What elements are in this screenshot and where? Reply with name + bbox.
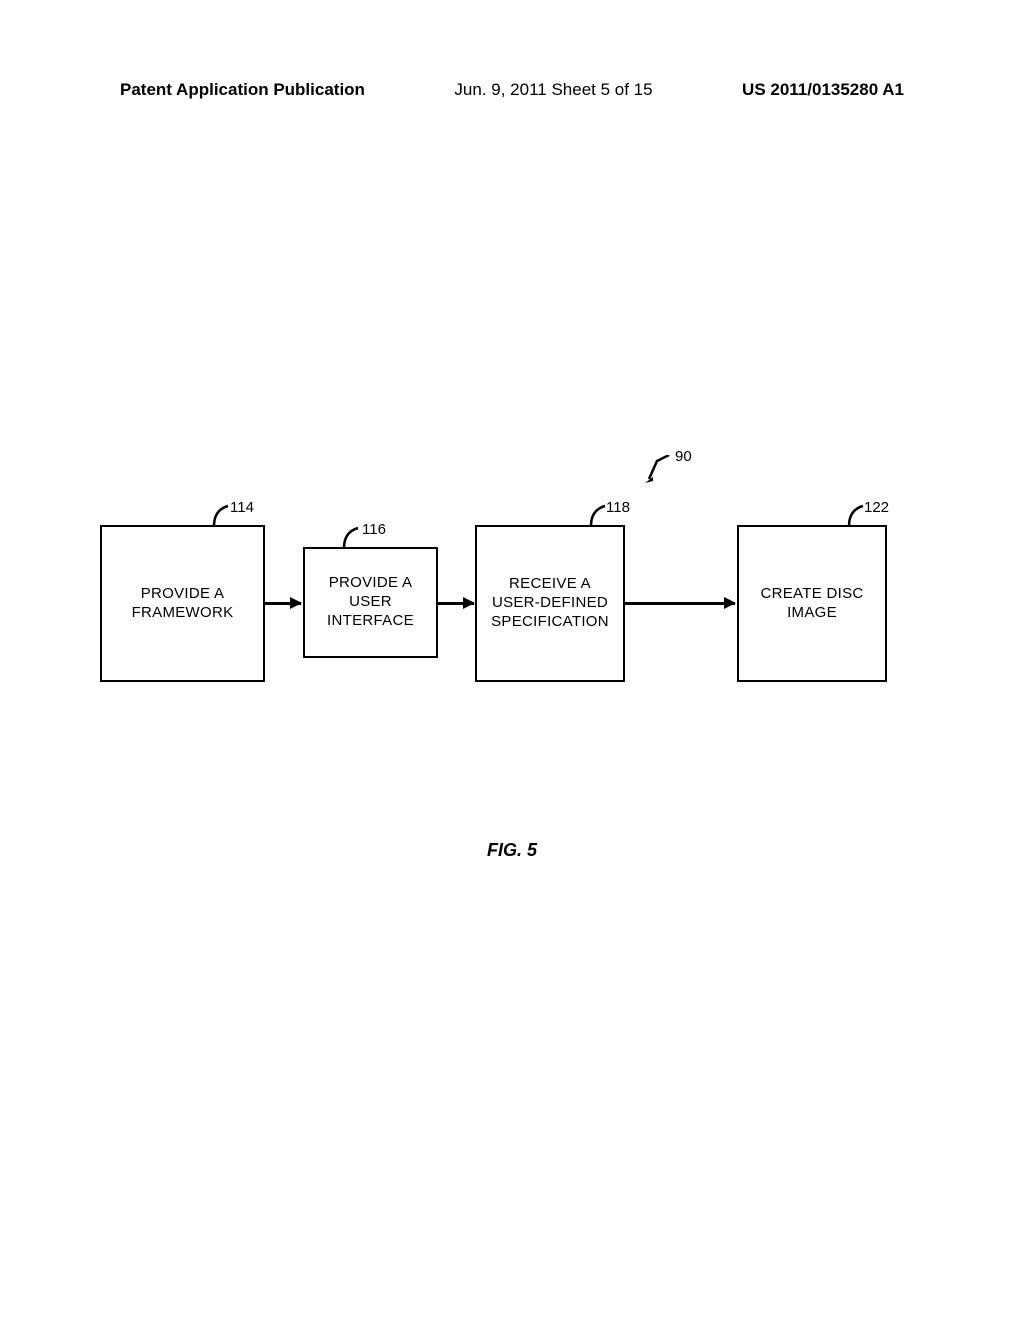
box-ref-label: 114 bbox=[230, 499, 254, 516]
box-text-line: RECEIVE A bbox=[509, 575, 591, 594]
diagram-ref-hook bbox=[645, 455, 673, 483]
flow-box-create-disc-image: CREATE DISC IMAGE bbox=[737, 525, 887, 682]
flow-arrow-icon bbox=[625, 602, 735, 605]
box-text-line: SPECIFICATION bbox=[491, 613, 609, 632]
diagram-ref-label: 90 bbox=[675, 448, 692, 465]
box-text-line: IMAGE bbox=[787, 604, 837, 623]
flow-box-provide-framework: PROVIDE A FRAMEWORK bbox=[100, 525, 265, 682]
box-text-line: FRAMEWORK bbox=[132, 604, 234, 623]
header-publication: Patent Application Publication bbox=[120, 80, 365, 100]
box-ref-label: 116 bbox=[362, 521, 386, 538]
box-text-line: CREATE DISC bbox=[760, 585, 863, 604]
header-date-sheet: Jun. 9, 2011 Sheet 5 of 15 bbox=[454, 80, 652, 100]
box-text-line: PROVIDE A USER bbox=[307, 574, 434, 612]
flow-box-receive-spec: RECEIVE A USER-DEFINED SPECIFICATION bbox=[475, 525, 625, 682]
box-text-line: INTERFACE bbox=[327, 612, 414, 631]
box-text-line: PROVIDE A bbox=[141, 585, 225, 604]
flow-arrow-icon bbox=[265, 602, 301, 605]
box-ref-label: 122 bbox=[864, 499, 889, 516]
box-text-line: USER-DEFINED bbox=[492, 594, 608, 613]
flow-arrow-icon bbox=[438, 602, 474, 605]
page-header: Patent Application Publication Jun. 9, 2… bbox=[0, 80, 1024, 100]
header-patent-number: US 2011/0135280 A1 bbox=[742, 80, 904, 100]
flowchart-diagram: 90 114 PROVIDE A FRAMEWORK 116 PROVIDE A… bbox=[100, 470, 890, 710]
box-ref-label: 118 bbox=[606, 499, 630, 516]
figure-caption: FIG. 5 bbox=[0, 840, 1024, 861]
flow-box-provide-ui: PROVIDE A USER INTERFACE bbox=[303, 547, 438, 658]
